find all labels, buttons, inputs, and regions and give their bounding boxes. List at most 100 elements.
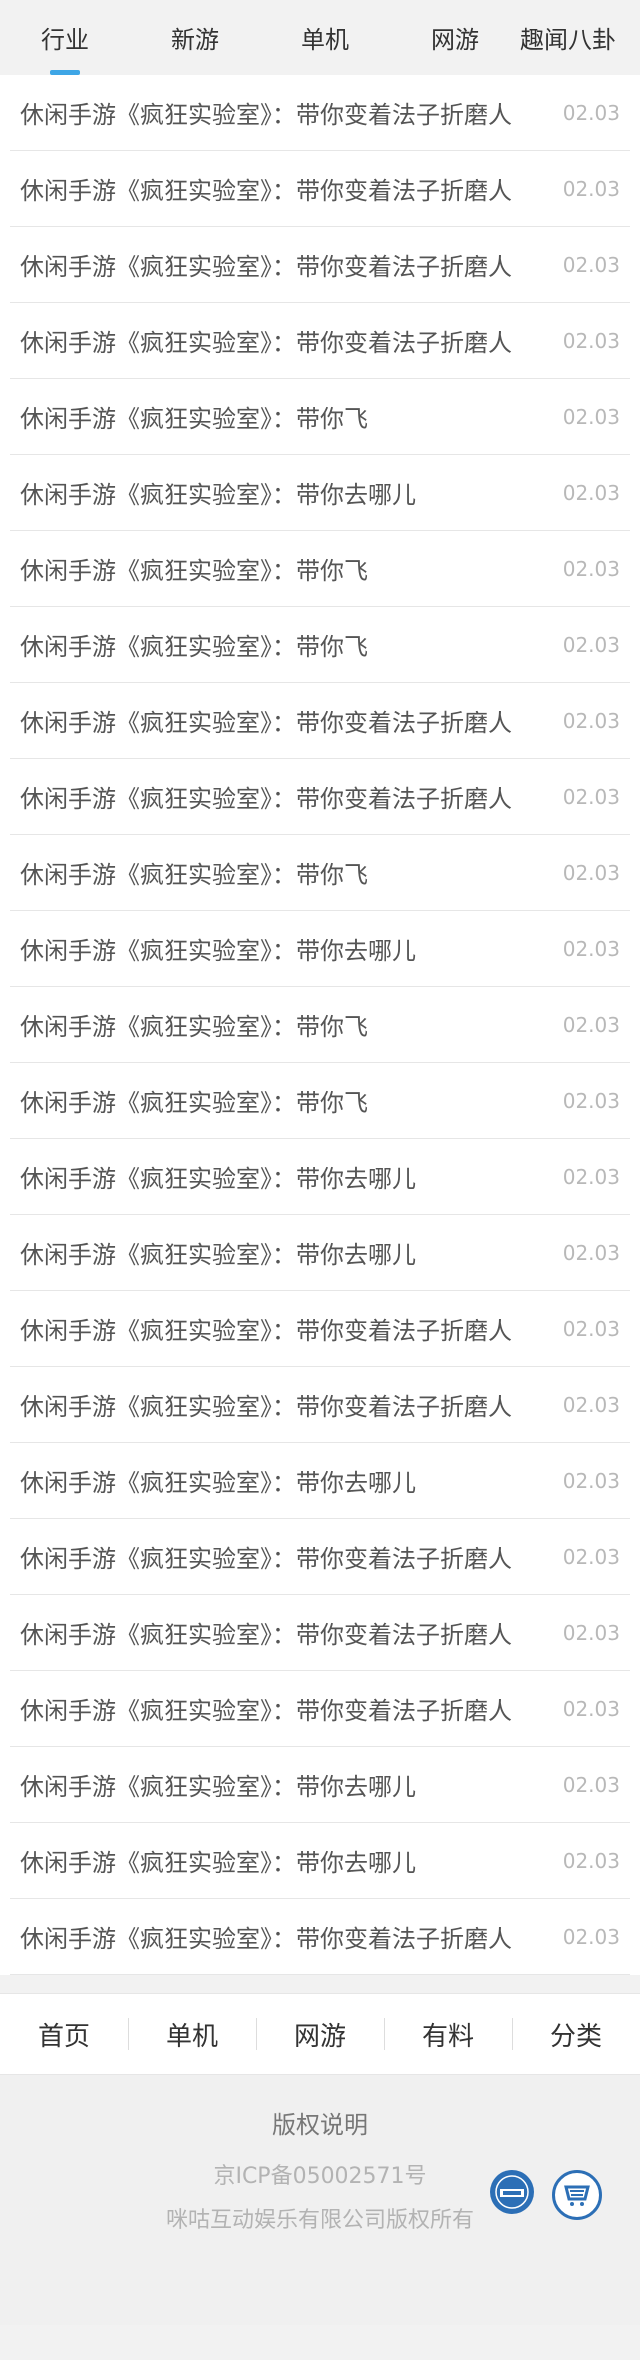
news-item[interactable]: 休闲手游《疯狂实验室》：带你去哪儿 02.03 (10, 1823, 630, 1899)
shop-badge-icon[interactable] (552, 2170, 602, 2220)
news-title: 休闲手游《疯狂实验室》：带你去哪儿 (20, 1165, 416, 1193)
news-title: 休闲手游《疯狂实验室》：带你变着法子折磨人 (20, 1393, 512, 1421)
news-title: 休闲手游《疯狂实验室》：带你变着法子折磨人 (20, 785, 512, 813)
footer: 版权说明 京ICP备05002571号 咪咕互动娱乐有限公司版权所有 (0, 2075, 640, 2325)
bottom-nav-features[interactable]: 有料 (384, 2016, 512, 2053)
active-tab-indicator (50, 70, 80, 75)
news-date: 02.03 (562, 632, 620, 657)
news-title: 休闲手游《疯狂实验室》：带你去哪儿 (20, 1849, 416, 1877)
news-item[interactable]: 休闲手游《疯狂实验室》：带你变着法子折磨人 02.03 (10, 227, 630, 303)
news-item[interactable]: 休闲手游《疯狂实验室》：带你变着法子折磨人 02.03 (10, 1291, 630, 1367)
news-item[interactable]: 休闲手游《疯狂实验室》：带你飞 02.03 (10, 987, 630, 1063)
news-date: 02.03 (562, 252, 620, 277)
news-title: 休闲手游《疯狂实验室》：带你变着法子折磨人 (20, 1697, 512, 1725)
news-list: 休闲手游《疯狂实验室》：带你变着法子折磨人 02.03 休闲手游《疯狂实验室》：带你… (0, 75, 640, 1975)
bottom-nav-single-player[interactable]: 单机 (128, 2016, 256, 2053)
news-date: 02.03 (562, 1544, 620, 1569)
news-item[interactable]: 休闲手游《疯狂实验室》：带你变着法子折磨人 02.03 (10, 1519, 630, 1595)
tab-new-games[interactable]: 新游 (130, 0, 260, 75)
news-item[interactable]: 休闲手游《疯狂实验室》：带你飞 02.03 (10, 835, 630, 911)
news-date: 02.03 (562, 556, 620, 581)
news-title: 休闲手游《疯狂实验室》：带你飞 (20, 405, 368, 433)
tab-label: 趣闻八卦 (520, 26, 616, 54)
icp-number: 京ICP备05002571号 (213, 2164, 427, 2189)
news-item[interactable]: 休闲手游《疯狂实验室》：带你变着法子折磨人 02.03 (10, 1595, 630, 1671)
news-item[interactable]: 休闲手游《疯狂实验室》：带你变着法子折磨人 02.03 (10, 303, 630, 379)
news-date: 02.03 (562, 708, 620, 733)
news-title: 休闲手游《疯狂实验室》：带你飞 (20, 557, 368, 585)
news-date: 02.03 (562, 936, 620, 961)
news-date: 02.03 (562, 1468, 620, 1493)
news-title: 休闲手游《疯狂实验室》：带你去哪儿 (20, 1773, 416, 1801)
news-date: 02.03 (562, 1240, 620, 1265)
bottom-nav-home[interactable]: 首页 (0, 2016, 128, 2053)
news-item[interactable]: 休闲手游《疯狂实验室》：带你变着法子折磨人 02.03 (10, 1367, 630, 1443)
news-date: 02.03 (562, 1012, 620, 1037)
top-category-nav: 行业 新游 单机 网游 趣闻八卦 (0, 0, 640, 75)
news-date: 02.03 (562, 784, 620, 809)
news-title: 休闲手游《疯狂实验室》：带你变着法子折磨人 (20, 709, 512, 737)
news-item[interactable]: 休闲手游《疯狂实验室》：带你飞 02.03 (10, 531, 630, 607)
news-item[interactable]: 休闲手游《疯狂实验室》：带你去哪儿 02.03 (10, 1139, 630, 1215)
news-title: 休闲手游《疯狂实验室》：带你飞 (20, 1089, 368, 1117)
news-item[interactable]: 休闲手游《疯狂实验室》：带你去哪儿 02.03 (10, 455, 630, 531)
news-date: 02.03 (562, 176, 620, 201)
news-title: 休闲手游《疯狂实验室》：带你去哪儿 (20, 481, 416, 509)
news-title: 休闲手游《疯狂实验室》：带你变着法子折磨人 (20, 177, 512, 205)
news-title: 休闲手游《疯狂实验室》：带你变着法子折磨人 (20, 1925, 512, 1953)
tab-label: 行业 (41, 26, 89, 54)
news-item[interactable]: 休闲手游《疯狂实验室》：带你去哪儿 02.03 (10, 1443, 630, 1519)
news-item[interactable]: 休闲手游《疯狂实验室》：带你变着法子折磨人 02.03 (10, 683, 630, 759)
news-item[interactable]: 休闲手游《疯狂实验室》：带你去哪儿 02.03 (10, 1215, 630, 1291)
news-date: 02.03 (562, 1696, 620, 1721)
news-item[interactable]: 休闲手游《疯狂实验室》：带你飞 02.03 (10, 379, 630, 455)
news-date: 02.03 (562, 100, 620, 125)
news-item[interactable]: 休闲手游《疯狂实验室》：带你变着法子折磨人 02.03 (10, 151, 630, 227)
copyright-link[interactable]: 版权说明 (0, 2105, 640, 2140)
news-date: 02.03 (562, 1088, 620, 1113)
tab-label: 网游 (431, 26, 479, 54)
news-title: 休闲手游《疯狂实验室》：带你飞 (20, 633, 368, 661)
news-title: 休闲手游《疯狂实验室》：带你变着法子折磨人 (20, 1317, 512, 1345)
news-date: 02.03 (562, 404, 620, 429)
bottom-nav-online-games[interactable]: 网游 (256, 2016, 384, 2053)
news-title: 休闲手游《疯狂实验室》：带你飞 (20, 1013, 368, 1041)
news-title: 休闲手游《疯狂实验室》：带你变着法子折磨人 (20, 253, 512, 281)
news-date: 02.03 (562, 1924, 620, 1949)
news-item[interactable]: 休闲手游《疯狂实验室》：带你变着法子折磨人 02.03 (10, 75, 630, 151)
news-title: 休闲手游《疯狂实验室》：带你变着法子折磨人 (20, 329, 512, 357)
news-title: 休闲手游《疯狂实验室》：带你变着法子折磨人 (20, 101, 512, 129)
news-title: 休闲手游《疯狂实验室》：带你变着法子折磨人 (20, 1621, 512, 1649)
news-date: 02.03 (562, 860, 620, 885)
news-item[interactable]: 休闲手游《疯狂实验室》：带你去哪儿 02.03 (10, 911, 630, 987)
news-date: 02.03 (562, 1316, 620, 1341)
bottom-nav: 首页 单机 网游 有料 分类 (0, 1993, 640, 2075)
whitelist-badge-icon[interactable] (490, 2170, 534, 2214)
news-item[interactable]: 休闲手游《疯狂实验室》：带你变着法子折磨人 02.03 (10, 1671, 630, 1747)
news-title: 休闲手游《疯狂实验室》：带你变着法子折磨人 (20, 1545, 512, 1573)
company-notice: 咪咕互动娱乐有限公司版权所有 (165, 2208, 474, 2233)
news-item[interactable]: 休闲手游《疯狂实验室》：带你去哪儿 02.03 (10, 1747, 630, 1823)
tab-label: 新游 (171, 26, 219, 54)
news-item[interactable]: 休闲手游《疯狂实验室》：带你飞 02.03 (10, 1063, 630, 1139)
news-title: 休闲手游《疯狂实验室》：带你去哪儿 (20, 1469, 416, 1497)
news-date: 02.03 (562, 1848, 620, 1873)
news-item[interactable]: 休闲手游《疯狂实验室》：带你飞 02.03 (10, 607, 630, 683)
tab-single-player[interactable]: 单机 (260, 0, 390, 75)
news-item[interactable]: 休闲手游《疯狂实验室》：带你变着法子折磨人 02.03 (10, 759, 630, 835)
news-title: 休闲手游《疯狂实验室》：带你去哪儿 (20, 1241, 416, 1269)
tab-online-games[interactable]: 网游 (390, 0, 520, 75)
bottom-nav-categories[interactable]: 分类 (512, 2016, 640, 2053)
news-date: 02.03 (562, 328, 620, 353)
news-title: 休闲手游《疯狂实验室》：带你去哪儿 (20, 937, 416, 965)
news-item[interactable]: 休闲手游《疯狂实验室》：带你变着法子折磨人 02.03 (10, 1899, 630, 1975)
news-date: 02.03 (562, 1620, 620, 1645)
news-date: 02.03 (562, 1164, 620, 1189)
news-title: 休闲手游《疯狂实验室》：带你飞 (20, 861, 368, 889)
tab-industry[interactable]: 行业 (0, 0, 130, 75)
news-date: 02.03 (562, 1392, 620, 1417)
news-date: 02.03 (562, 1772, 620, 1797)
tab-label: 单机 (301, 26, 349, 54)
tab-gossip[interactable]: 趣闻八卦 (520, 0, 640, 75)
news-date: 02.03 (562, 480, 620, 505)
